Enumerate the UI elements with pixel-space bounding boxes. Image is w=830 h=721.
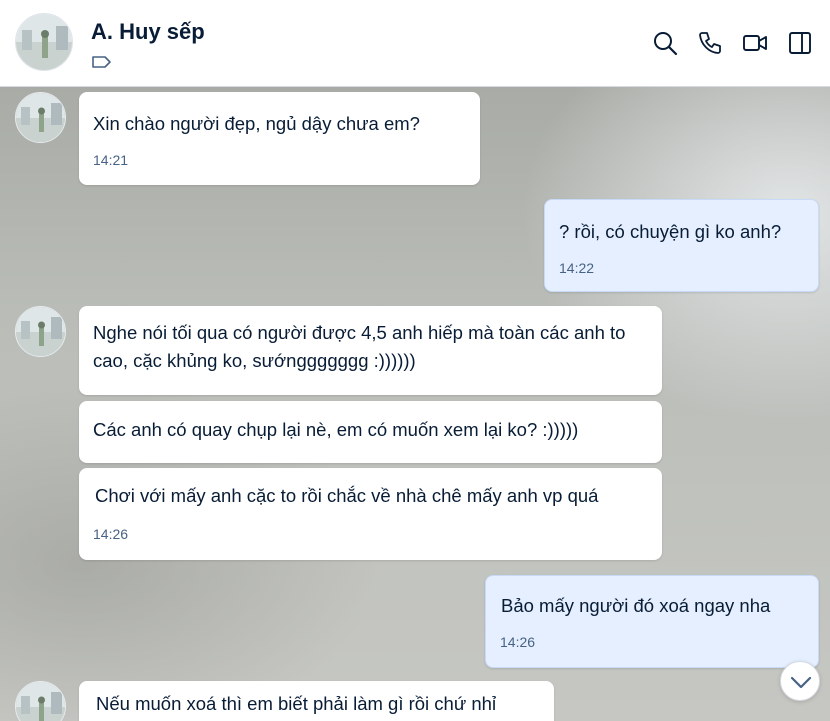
message-text: Nếu muốn xoá thì em biết phải làm gì rồi… [96,693,497,714]
message-text: ? rồi, có chuyện gì ko anh? [559,221,782,242]
message-text: Xin chào người đẹp, ngủ dậy chưa em? [93,113,420,134]
message-time: 14:26 [93,526,129,542]
message-time: 14:22 [559,260,595,276]
message-time: 14:21 [93,152,129,168]
sidebar-toggle-icon[interactable] [786,29,814,57]
chevron-down-icon [790,676,812,689]
contact-name[interactable]: A. Huy sếp [91,19,205,45]
message-bubble-outgoing[interactable]: ? rồi, có chuyện gì ko anh? 14:22 [544,199,819,292]
contact-avatar[interactable] [15,13,73,71]
chat-header: A. Huy sếp [0,0,830,87]
phone-icon[interactable] [696,29,724,57]
message-bubble-incoming[interactable]: Chơi với mấy anh cặc to rồi chắc về nhà … [79,468,662,560]
video-call-icon[interactable] [741,29,769,57]
scroll-to-bottom-button[interactable] [780,661,820,701]
message-bubble-incoming[interactable]: Nghe nói tối qua có người được 4,5 anh h… [79,306,662,395]
sender-avatar[interactable] [15,306,66,357]
tag-icon[interactable] [91,53,113,71]
message-bubble-incoming[interactable]: Các anh có quay chụp lại nè, em có muốn … [79,401,662,463]
message-text: Các anh có quay chụp lại nè, em có muốn … [93,419,579,440]
message-bubble-incoming[interactable]: Nếu muốn xoá thì em biết phải làm gì rồi… [79,681,554,721]
message-bubble-outgoing[interactable]: Bảo mấy người đó xoá ngay nha 14:26 [485,575,819,668]
sender-avatar[interactable] [15,92,66,143]
message-bubble-incoming[interactable]: Xin chào người đẹp, ngủ dậy chưa em? 14:… [79,92,480,185]
message-list[interactable]: Xin chào người đẹp, ngủ dậy chưa em? 14:… [0,87,830,721]
message-text: Bảo mấy người đó xoá ngay nha [501,595,771,616]
message-time: 14:26 [500,634,536,650]
sender-avatar[interactable] [15,681,66,721]
message-text: Chơi với mấy anh cặc to rồi chắc về nhà … [95,485,599,506]
message-text: Nghe nói tối qua có người được 4,5 anh h… [93,322,631,371]
search-icon[interactable] [651,29,679,57]
